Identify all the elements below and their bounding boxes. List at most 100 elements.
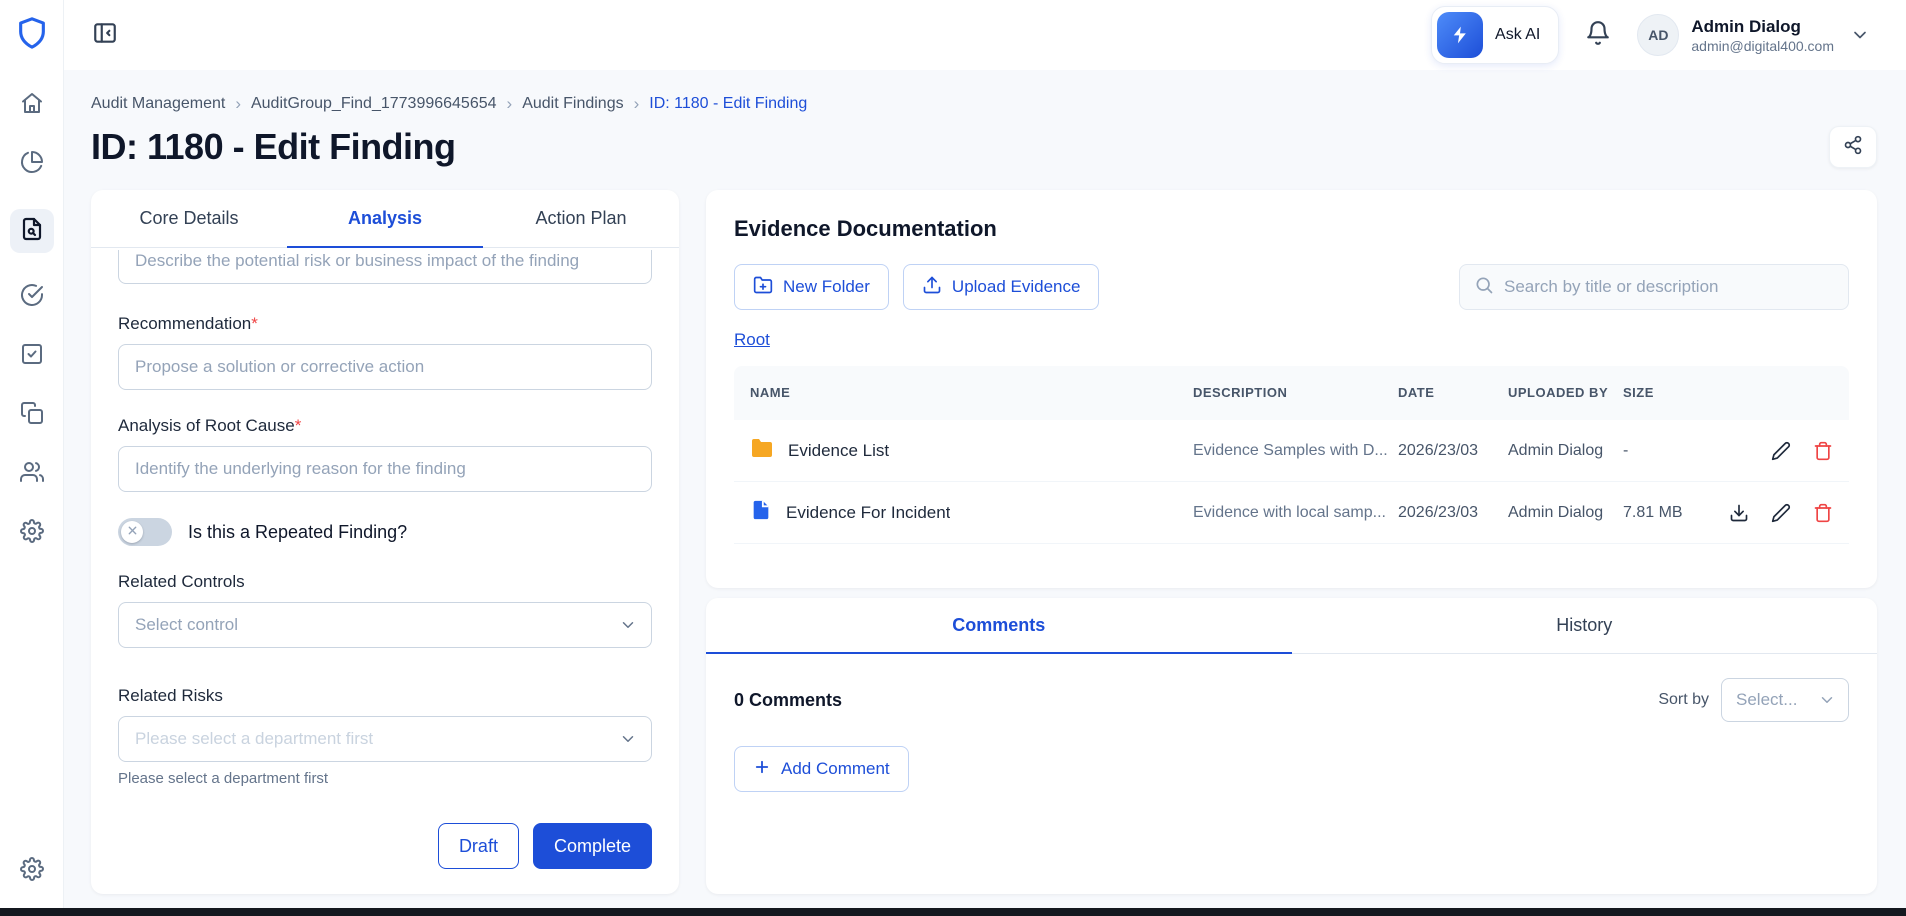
chevron-down-icon (619, 730, 637, 748)
recommendation-label: Recommendation* (118, 314, 258, 333)
sidebar-item-library[interactable] (20, 401, 44, 430)
file-icon (750, 498, 772, 527)
tab-comments[interactable]: Comments (706, 598, 1292, 654)
download-icon[interactable] (1729, 503, 1749, 523)
sidebar-item-settings[interactable] (19, 519, 44, 548)
finding-form-body: Recommendation* Analysis of Root Cause* … (91, 248, 679, 894)
ask-ai-button[interactable]: Ask AI (1431, 6, 1560, 64)
evidence-table-header: NAME DESCRIPTION DATE UPLOADED BY SIZE (734, 366, 1849, 420)
required-marker: * (251, 314, 258, 333)
edit-icon[interactable] (1771, 441, 1791, 461)
sidebar-item-users[interactable] (19, 460, 44, 489)
users-icon (19, 460, 44, 489)
content-columns: Core Details Analysis Action Plan Recomm… (91, 190, 1877, 894)
draft-button[interactable]: Draft (437, 823, 519, 869)
impact-input[interactable] (118, 250, 652, 284)
related-controls-select[interactable]: Select control (118, 602, 652, 648)
related-risks-placeholder: Please select a department first (135, 729, 374, 748)
sort-select[interactable]: Select... (1721, 678, 1849, 722)
evidence-toolbar: New Folder Upload Evidence (734, 264, 1849, 310)
folder-icon (750, 436, 774, 465)
column-header-size: SIZE (1623, 385, 1654, 401)
app-window: Ask AI AD Admin Dialog admin@digital400.… (0, 0, 1906, 908)
evidence-search-input[interactable] (1504, 277, 1834, 297)
row-uploaded-by: Admin Dialog (1508, 441, 1604, 459)
column-header-name: NAME (750, 385, 791, 401)
breadcrumb-separator: › (633, 94, 640, 113)
sidebar-item-home[interactable] (20, 91, 44, 120)
related-controls-label: Related Controls (118, 572, 245, 591)
evidence-card: Evidence Documentation New Folder Upload… (706, 190, 1877, 588)
sidebar-item-support[interactable] (19, 857, 44, 886)
edit-icon[interactable] (1771, 503, 1791, 523)
breadcrumb-item-current: ID: 1180 - Edit Finding (649, 95, 808, 112)
recommendation-input[interactable] (118, 344, 652, 390)
table-row-evidence-list[interactable]: Evidence List Evidence Samples with D...… (734, 420, 1849, 482)
copy-icon (20, 401, 44, 430)
upload-evidence-button[interactable]: Upload Evidence (902, 264, 1100, 310)
file-search-icon (20, 217, 44, 246)
sort-placeholder: Select... (1736, 690, 1798, 709)
breadcrumb-separator: › (506, 94, 513, 113)
home-icon (20, 91, 44, 120)
comments-tabs: Comments History (706, 598, 1877, 654)
root-cause-input[interactable] (118, 446, 652, 492)
root-folder-link[interactable]: Root (734, 330, 770, 350)
breadcrumb: Audit Management › AuditGroup_Find_17739… (91, 94, 1877, 114)
row-date: 2026/23/03 (1398, 503, 1479, 521)
row-name: Evidence For Incident (786, 502, 951, 522)
repeated-finding-row: Is this a Repeated Finding? (118, 518, 652, 546)
breadcrumb-item-audit-group[interactable]: AuditGroup_Find_1773996645654 (251, 95, 497, 113)
sidebar-toggle-button[interactable] (92, 20, 118, 51)
new-folder-button[interactable]: New Folder (734, 264, 889, 310)
row-description: Evidence with local samp... (1193, 503, 1386, 521)
sidebar-item-dashboard[interactable] (20, 150, 44, 179)
gear-icon (19, 857, 44, 885)
plus-icon (753, 758, 771, 781)
repeated-finding-toggle[interactable] (118, 518, 172, 546)
user-identity: Admin Dialog admin@digital400.com (1691, 16, 1834, 53)
ask-ai-label: Ask AI (1495, 26, 1541, 43)
trash-icon[interactable] (1813, 441, 1833, 461)
sidebar-item-approvals[interactable] (20, 283, 44, 312)
comments-card: Comments History 0 Comments Sort by Sele… (706, 598, 1877, 894)
trash-icon[interactable] (1813, 503, 1833, 523)
finding-form-tabs: Core Details Analysis Action Plan (91, 190, 679, 248)
sidebar (0, 0, 64, 908)
sidebar-nav (9, 91, 54, 548)
tab-core-details[interactable]: Core Details (91, 190, 287, 248)
row-date: 2026/23/03 (1398, 441, 1479, 459)
right-column: Evidence Documentation New Folder Upload… (706, 190, 1877, 894)
complete-button[interactable]: Complete (532, 823, 652, 869)
pie-chart-icon (20, 150, 44, 179)
tab-analysis[interactable]: Analysis (287, 190, 483, 248)
breadcrumb-item-audit-management[interactable]: Audit Management (91, 95, 225, 113)
toggle-knob (121, 521, 143, 543)
related-risks-select[interactable]: Please select a department first (118, 716, 652, 762)
x-icon (127, 523, 138, 541)
comments-count: 0 Comments (734, 689, 843, 710)
sidebar-item-audits[interactable] (9, 209, 54, 253)
chevron-down-icon (1850, 25, 1870, 45)
topbar-actions: Ask AI AD Admin Dialog admin@digital400.… (1431, 6, 1870, 64)
title-row: ID: 1180 - Edit Finding (91, 126, 1877, 168)
finding-form-card: Core Details Analysis Action Plan Recomm… (91, 190, 679, 894)
tab-action-plan[interactable]: Action Plan (483, 190, 679, 248)
related-controls-placeholder: Select control (135, 615, 238, 634)
tab-history[interactable]: History (1292, 598, 1878, 654)
share-button[interactable] (1829, 126, 1877, 168)
check-square-icon (20, 342, 44, 371)
notifications-button[interactable] (1585, 20, 1611, 51)
breadcrumb-item-audit-findings[interactable]: Audit Findings (522, 95, 623, 113)
table-row-evidence-for-incident[interactable]: Evidence For Incident Evidence with loca… (734, 482, 1849, 544)
evidence-title: Evidence Documentation (734, 216, 997, 241)
page-title: ID: 1180 - Edit Finding (91, 126, 456, 167)
chevron-down-icon (1818, 691, 1836, 709)
row-size: - (1623, 441, 1629, 459)
search-icon (1474, 275, 1494, 300)
bell-icon (1585, 20, 1611, 51)
sidebar-item-tasks[interactable] (20, 342, 44, 371)
user-menu[interactable]: AD Admin Dialog admin@digital400.com (1637, 14, 1870, 56)
share-icon (1843, 135, 1863, 160)
add-comment-button[interactable]: Add Comment (734, 746, 909, 792)
